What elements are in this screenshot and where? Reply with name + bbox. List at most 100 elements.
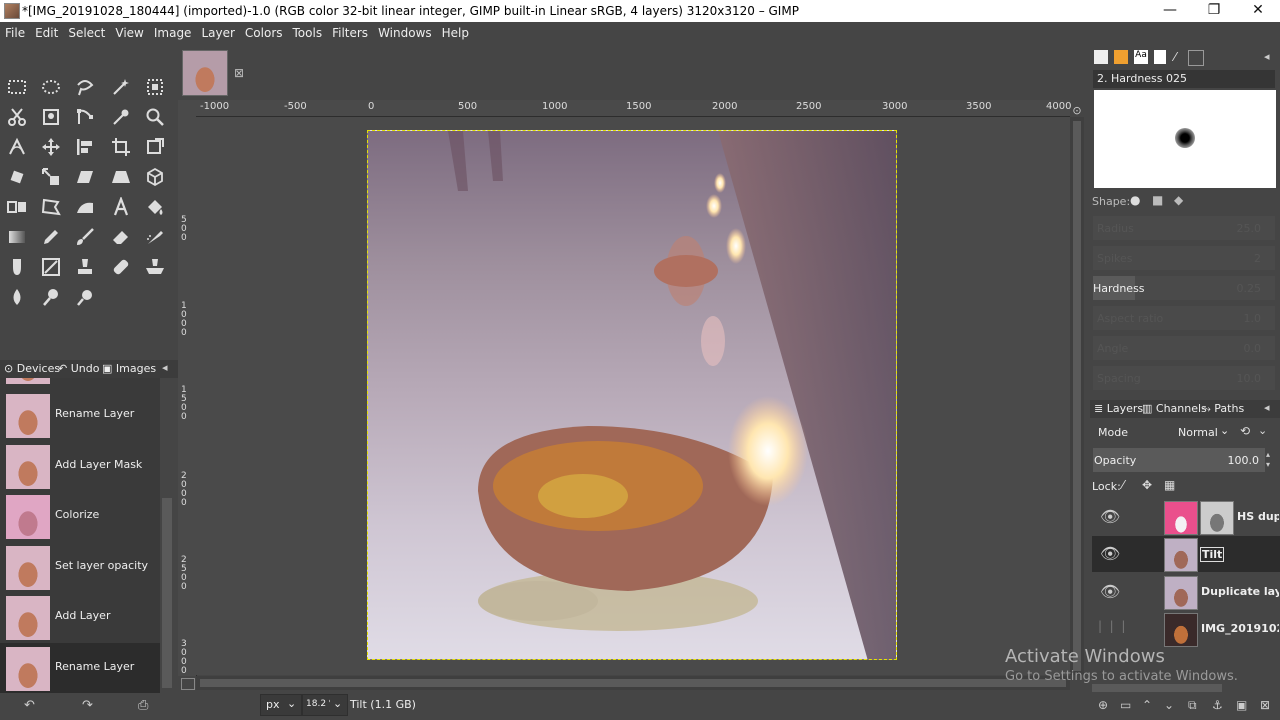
perspective-clone-icon[interactable] [142, 254, 168, 280]
mode-select[interactable]: Normal ⌄ [1160, 421, 1232, 443]
brush-preview[interactable] [1094, 90, 1276, 188]
layer-name[interactable]: Tilt [1200, 547, 1224, 562]
menu-select[interactable]: Select [63, 22, 110, 44]
measure-icon[interactable] [4, 134, 30, 160]
undo-scrollbar[interactable] [160, 378, 176, 693]
list-item[interactable]: Rename Layer [0, 643, 160, 693]
shape-square-icon[interactable]: ■ [1152, 193, 1163, 207]
zoom-to-fit-icon[interactable]: ⊙ [1070, 104, 1084, 117]
fonts-tab-icon[interactable]: Aa [1134, 50, 1148, 64]
close-button[interactable]: ✕ [1236, 0, 1280, 22]
tab-paths[interactable]: ⤳ Paths [1202, 402, 1244, 416]
warp-transform-icon[interactable] [72, 194, 98, 220]
free-select-icon[interactable] [72, 74, 98, 100]
zoom-icon[interactable] [142, 104, 168, 130]
opacity-slider[interactable]: Opacity 100.0 [1093, 448, 1265, 472]
gradient-icon[interactable] [4, 224, 30, 250]
perspective-icon[interactable] [108, 164, 134, 190]
mypaint-brush-icon[interactable] [38, 254, 64, 280]
eye-icon[interactable]: 👁 [1100, 582, 1120, 601]
patterns-tab-icon[interactable] [1114, 50, 1128, 64]
quick-mask-toggle[interactable] [181, 678, 195, 690]
new-layer-group-icon[interactable]: ▭ [1120, 698, 1131, 712]
image-tab-thumbnail[interactable] [182, 50, 228, 96]
layer-row[interactable]: | | | IMG_2019102 [1092, 611, 1280, 647]
layer-row[interactable]: 👁 Tilt [1092, 536, 1280, 572]
menu-filters[interactable]: Filters [327, 22, 373, 44]
new-layer-icon[interactable]: ⊕ [1098, 698, 1108, 712]
list-item[interactable]: Rename Layer [0, 390, 160, 440]
list-item[interactable]: Set layer opacity [0, 542, 160, 592]
scrollbar-thumb[interactable] [200, 679, 1066, 687]
eye-icon[interactable]: 👁 [1100, 544, 1120, 563]
list-item[interactable] [0, 378, 160, 386]
move-icon[interactable] [38, 134, 64, 160]
menu-layer[interactable]: Layer [196, 22, 239, 44]
close-tab-icon[interactable]: ⊠ [234, 66, 244, 80]
crop-icon[interactable] [108, 134, 134, 160]
menu-help[interactable]: Help [437, 22, 474, 44]
undo-icon[interactable]: ↶ [24, 698, 35, 713]
3d-transform-icon[interactable] [142, 164, 168, 190]
text-icon[interactable] [108, 194, 134, 220]
opacity-stepper[interactable]: ▴ ▾ [1266, 450, 1270, 470]
select-by-color-icon[interactable] [142, 74, 168, 100]
tab-channels[interactable]: ▥ Channels [1142, 402, 1207, 415]
dodge-burn-icon[interactable] [72, 284, 98, 310]
scrollbar-thumb[interactable] [162, 498, 172, 688]
aspect-ratio-slider[interactable]: Aspect ratio 1.0 [1093, 306, 1275, 330]
blur-icon[interactable] [4, 284, 30, 310]
minimize-button[interactable]: — [1148, 0, 1192, 22]
radius-slider[interactable]: Radius 25.0 [1093, 216, 1275, 240]
clear-history-icon[interactable]: ⎙ [138, 698, 148, 713]
menu-view[interactable]: View [110, 22, 148, 44]
menu-image[interactable]: Image [149, 22, 197, 44]
lock-alpha-icon[interactable]: ▦ [1164, 478, 1175, 492]
scrollbar-thumb[interactable] [1073, 121, 1081, 671]
dock-menu-icon[interactable]: ◂ [1264, 401, 1270, 414]
layer-row[interactable]: 👁 HS dupl [1092, 499, 1280, 535]
dock-menu-icon[interactable]: ◂ [162, 361, 168, 374]
list-item[interactable]: Colorize [0, 491, 160, 541]
pencil-icon[interactable] [38, 224, 64, 250]
delete-layer-icon[interactable]: ⊠ [1260, 698, 1270, 712]
layer-row[interactable]: 👁 Duplicate laye [1092, 574, 1280, 610]
tab-devices[interactable]: ⊙ Devices [4, 362, 60, 375]
horizontal-scrollbar[interactable] [196, 676, 1070, 690]
paintbrush-icon[interactable] [72, 224, 98, 250]
duplicate-layer-icon[interactable]: ⧉ [1188, 698, 1197, 713]
scale-icon[interactable] [38, 164, 64, 190]
list-item[interactable]: Add Layer [0, 592, 160, 642]
foreground-select-icon[interactable] [38, 104, 64, 130]
align-icon[interactable] [72, 134, 98, 160]
color-picker-icon[interactable] [108, 104, 134, 130]
cage-transform-icon[interactable] [38, 194, 64, 220]
unit-select[interactable]: px ⌄ [260, 694, 302, 716]
flip-icon[interactable] [4, 194, 30, 220]
angle-slider[interactable]: Angle 0.0 [1093, 336, 1275, 360]
menu-tools[interactable]: Tools [288, 22, 328, 44]
anchor-layer-icon[interactable]: ⚓ [1212, 698, 1223, 712]
ink-icon[interactable] [4, 254, 30, 280]
tab-images[interactable]: ▣ Images [102, 362, 156, 375]
tab-undo[interactable]: ↶ Undo [58, 362, 99, 375]
zoom-select[interactable]: 18.2 % ⌄ [302, 694, 348, 716]
menu-file[interactable]: File [0, 22, 30, 44]
chevron-down-icon[interactable]: ⌄ [1258, 424, 1267, 437]
image-canvas[interactable] [367, 130, 897, 660]
lock-position-icon[interactable]: ✥ [1142, 478, 1152, 492]
eraser-icon[interactable] [108, 224, 134, 250]
menu-windows[interactable]: Windows [373, 22, 437, 44]
menu-colors[interactable]: Colors [240, 22, 288, 44]
clone-icon[interactable] [72, 254, 98, 280]
spacing-slider[interactable]: Spacing 10.0 [1093, 366, 1275, 390]
dock-menu-icon[interactable]: ◂ [1264, 50, 1270, 63]
airbrush-icon[interactable] [142, 224, 168, 250]
lower-layer-icon[interactable]: ⌄ [1164, 698, 1174, 712]
tool-options-icon[interactable]: ⁄ [1174, 50, 1176, 64]
unified-transform-icon[interactable] [142, 134, 168, 160]
hardness-slider[interactable]: Hardness 0.25 [1093, 276, 1275, 300]
chain-icon[interactable]: | | | [1098, 619, 1125, 633]
ellipse-select-icon[interactable] [38, 74, 64, 100]
rect-select-icon[interactable] [4, 74, 30, 100]
